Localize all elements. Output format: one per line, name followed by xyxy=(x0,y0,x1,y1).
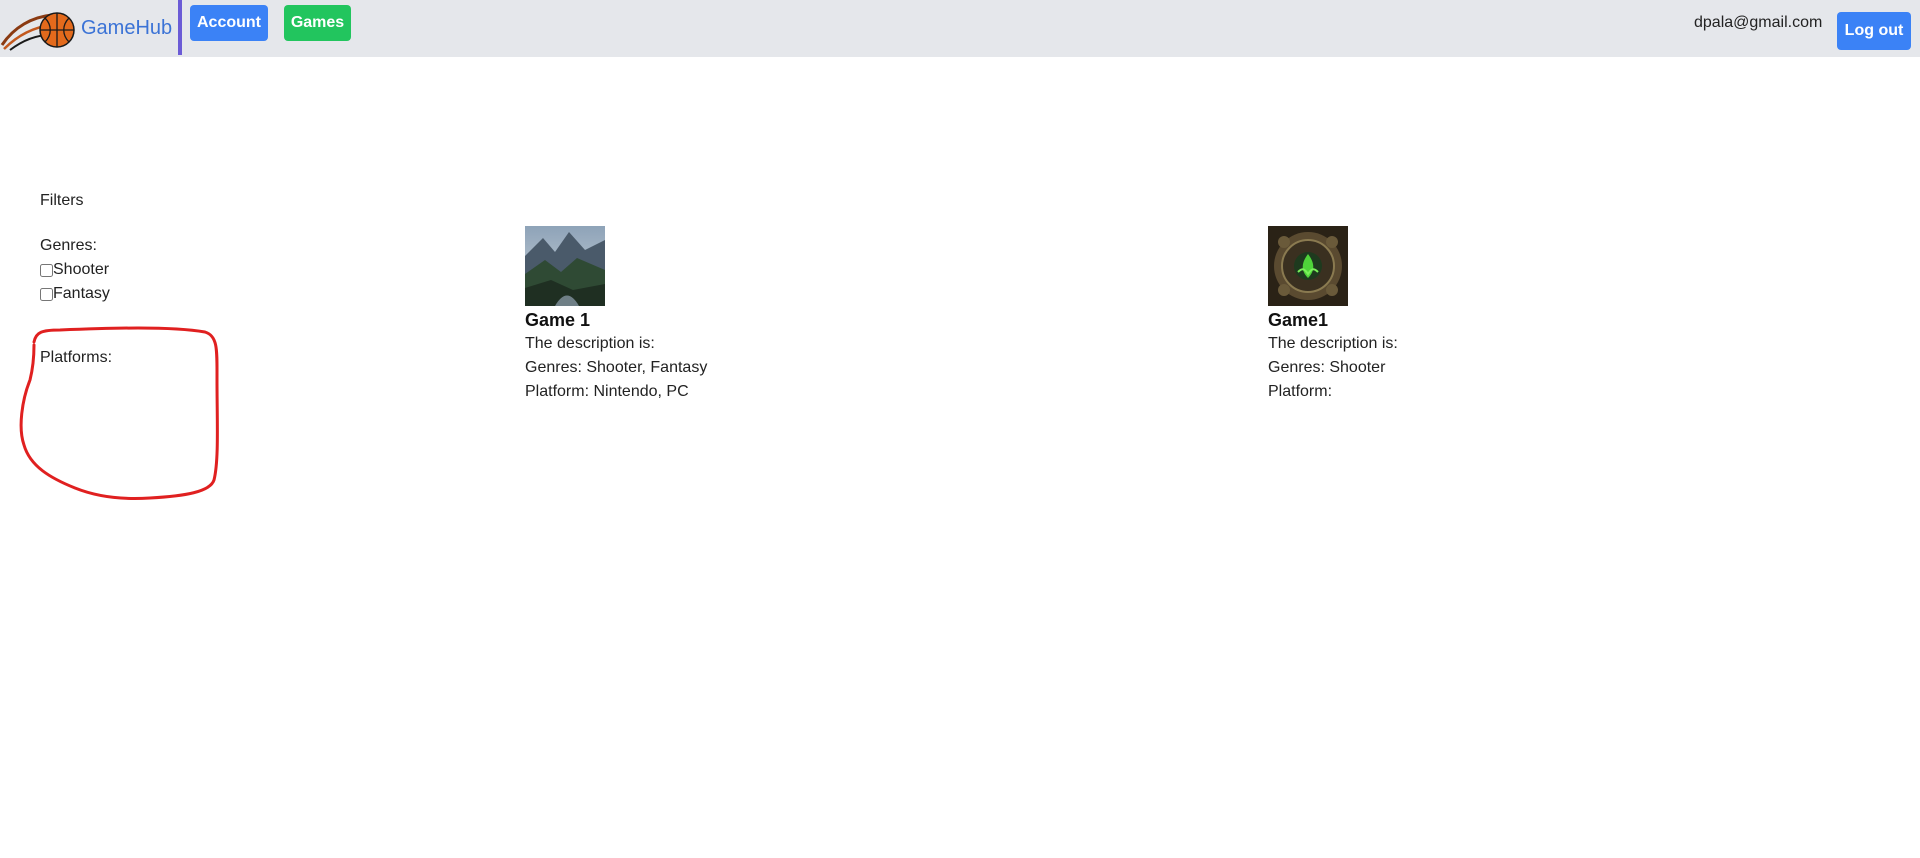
genre-label: Shooter xyxy=(53,261,110,278)
user-email: dpala@gmail.com xyxy=(1694,14,1823,31)
basketball-logo-icon xyxy=(0,12,75,51)
game-title[interactable]: Game 1 xyxy=(525,308,707,332)
genre-checkbox-fantasy[interactable] xyxy=(40,287,53,301)
game-platform: Platform: Nintendo, PC xyxy=(525,383,689,400)
top-navbar: GameHub Account Games dpala@gmail.com Lo… xyxy=(0,0,1920,57)
game-description: The description is: xyxy=(1268,335,1398,352)
game-card[interactable]: Game 1 The description is: Genres: Shoot… xyxy=(525,226,707,404)
game-genres: Genres: Shooter xyxy=(1268,359,1386,376)
genre-label: Fantasy xyxy=(53,285,110,302)
genre-option-fantasy[interactable]: Fantasy xyxy=(40,285,110,303)
games-button[interactable]: Games xyxy=(284,5,351,41)
game-platform: Platform: xyxy=(1268,383,1333,400)
mountain-landscape-image xyxy=(525,226,605,306)
logout-button[interactable]: Log out xyxy=(1837,12,1911,50)
brand-name: GameHub xyxy=(81,16,173,39)
genre-checkbox-shooter[interactable] xyxy=(40,263,53,277)
brand-link[interactable]: GameHub xyxy=(0,4,172,52)
game-genres: Genres: Shooter, Fantasy xyxy=(525,359,708,376)
nav-divider xyxy=(178,0,182,55)
game-card[interactable]: Game1 The description is: Genres: Shoote… xyxy=(1268,226,1398,404)
filters-title: Filters xyxy=(40,192,84,209)
account-button[interactable]: Account xyxy=(190,5,268,41)
game-title[interactable]: Game1 xyxy=(1268,308,1398,332)
genres-title: Genres: xyxy=(40,237,97,254)
red-circle-annotation xyxy=(19,326,219,500)
ornate-green-emblem-image xyxy=(1268,226,1348,306)
platforms-title: Platforms: xyxy=(40,349,113,366)
game-description: The description is: xyxy=(525,335,655,352)
genre-option-shooter[interactable]: Shooter xyxy=(40,261,109,279)
